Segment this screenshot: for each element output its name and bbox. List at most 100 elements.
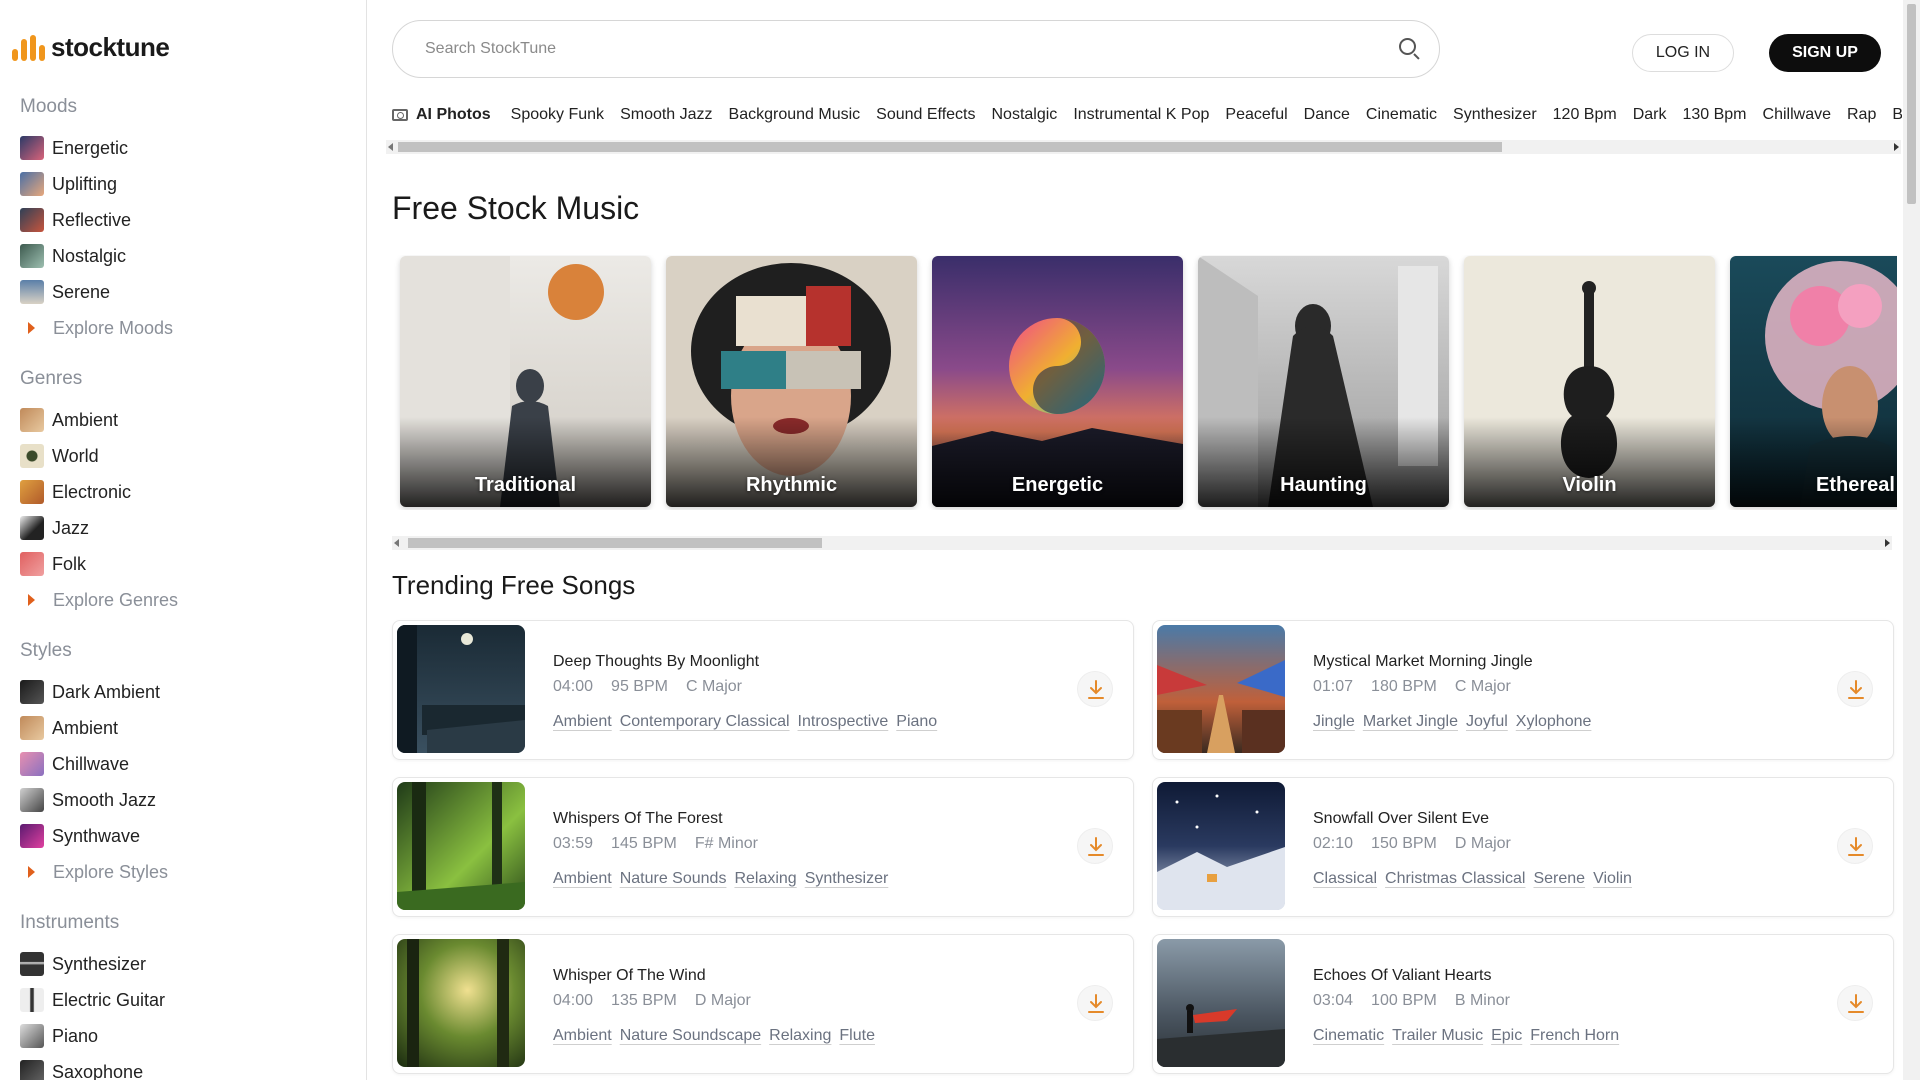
sidebar-item-serene[interactable]: Serene — [20, 274, 350, 310]
chip-item[interactable]: 120 Bpm — [1553, 106, 1617, 124]
song-card[interactable]: Snowfall Over Silent Eve 02:10 150 BPM D M… — [1152, 777, 1894, 917]
sidebar-item-electronic[interactable]: Electronic — [20, 474, 350, 510]
sidebar-item-jazz[interactable]: Jazz — [20, 510, 350, 546]
scroll-right-icon[interactable] — [1885, 539, 1890, 547]
chip-item[interactable]: Nostalgic — [992, 106, 1058, 124]
chip-item[interactable]: Peaceful — [1225, 106, 1287, 124]
sidebar-item-synthwave[interactable]: Synthwave — [20, 818, 350, 854]
song-title[interactable]: Whispers Of The Forest — [553, 810, 723, 828]
download-button[interactable] — [1837, 985, 1873, 1021]
download-button[interactable] — [1077, 828, 1113, 864]
chip-bar-scrollbar[interactable] — [386, 140, 1901, 154]
category-card-traditional[interactable]: Traditional — [400, 256, 651, 507]
chip-item[interactable]: Spooky Funk — [511, 106, 604, 124]
scrollbar-thumb[interactable] — [408, 538, 822, 548]
scroll-left-icon[interactable] — [394, 539, 399, 547]
explore-genres-link[interactable]: Explore Genres — [20, 582, 350, 618]
song-title[interactable]: Snowfall Over Silent Eve — [1313, 810, 1489, 828]
chip-item[interactable]: 130 Bpm — [1682, 106, 1746, 124]
song-card[interactable]: Echoes Of Valiant Hearts 03:04 100 BPM B M… — [1152, 934, 1894, 1074]
chip-item[interactable]: Instrumental K Pop — [1073, 106, 1209, 124]
page-scrollbar[interactable] — [1903, 0, 1920, 1080]
song-tag[interactable]: Cinematic — [1313, 1027, 1384, 1045]
song-tag[interactable]: Ambient — [553, 713, 612, 731]
sidebar-item-folk[interactable]: Folk — [20, 546, 350, 582]
sidebar-item-chillwave[interactable]: Chillwave — [20, 746, 350, 782]
search-bar[interactable] — [392, 20, 1440, 78]
scrollbar-thumb[interactable] — [398, 142, 1502, 152]
chip-item[interactable]: Chillwave — [1763, 106, 1831, 124]
chip-item[interactable]: Background Music — [729, 106, 861, 124]
song-tag[interactable]: French Horn — [1530, 1027, 1619, 1045]
sidebar-item-uplifting[interactable]: Uplifting — [20, 166, 350, 202]
scrollbar-thumb[interactable] — [1907, 4, 1916, 204]
carousel-scrollbar[interactable] — [392, 536, 1892, 550]
song-tag[interactable]: Christmas Classical — [1385, 870, 1525, 888]
song-tag[interactable]: Nature Soundscape — [620, 1027, 761, 1045]
chip-item[interactable]: Synthesizer — [1453, 106, 1537, 124]
song-tag[interactable]: Jingle — [1313, 713, 1355, 731]
song-tag[interactable]: Ambient — [553, 1027, 612, 1045]
song-tag[interactable]: Synthesizer — [805, 870, 889, 888]
category-card-energetic[interactable]: Energetic — [932, 256, 1183, 507]
sidebar-item-ambient[interactable]: Ambient — [20, 402, 350, 438]
song-tag[interactable]: Contemporary Classical — [620, 713, 790, 731]
sidebar-item-smooth-jazz[interactable]: Smooth Jazz — [20, 782, 350, 818]
song-tag[interactable]: Relaxing — [734, 870, 796, 888]
song-title[interactable]: Deep Thoughts By Moonlight — [553, 653, 759, 671]
song-tag[interactable]: Serene — [1533, 870, 1585, 888]
song-tag[interactable]: Violin — [1593, 870, 1632, 888]
chip-item[interactable]: Smooth Jazz — [620, 106, 712, 124]
chip-ai-photos[interactable]: AI Photos — [392, 106, 491, 124]
chip-item[interactable]: Rap — [1847, 106, 1876, 124]
song-tag[interactable]: Ambient — [553, 870, 612, 888]
download-button[interactable] — [1077, 671, 1113, 707]
song-tag[interactable]: Xylophone — [1516, 713, 1592, 731]
search-input[interactable] — [425, 40, 1399, 58]
song-tag[interactable]: Nature Sounds — [620, 870, 727, 888]
scroll-left-icon[interactable] — [388, 143, 393, 151]
song-tag[interactable]: Epic — [1491, 1027, 1522, 1045]
song-tag[interactable]: Piano — [896, 713, 937, 731]
sidebar-item-piano[interactable]: Piano — [20, 1018, 350, 1054]
chip-item[interactable]: Dance — [1304, 106, 1350, 124]
sidebar-item-saxophone[interactable]: Saxophone — [20, 1054, 350, 1080]
sidebar-item-ambient-style[interactable]: Ambient — [20, 710, 350, 746]
chip-item[interactable]: Bo — [1892, 106, 1902, 124]
sidebar-item-nostalgic[interactable]: Nostalgic — [20, 238, 350, 274]
song-tag[interactable]: Relaxing — [769, 1027, 831, 1045]
sidebar-item-energetic[interactable]: Energetic — [20, 130, 350, 166]
song-card[interactable]: Whispers Of The Forest 03:59 145 BPM F# Mi… — [392, 777, 1134, 917]
song-tag[interactable]: Joyful — [1466, 713, 1508, 731]
song-tag[interactable]: Classical — [1313, 870, 1377, 888]
search-icon[interactable] — [1399, 38, 1421, 60]
song-tag[interactable]: Introspective — [798, 713, 889, 731]
explore-styles-link[interactable]: Explore Styles — [20, 854, 350, 890]
download-button[interactable] — [1077, 985, 1113, 1021]
download-button[interactable] — [1837, 671, 1873, 707]
logo[interactable]: stocktune — [12, 32, 170, 63]
song-tag[interactable]: Flute — [839, 1027, 875, 1045]
chip-item[interactable]: Sound Effects — [876, 106, 975, 124]
song-tag[interactable]: Market Jingle — [1363, 713, 1458, 731]
category-card-ethereal[interactable]: Ethereal — [1730, 256, 1897, 507]
song-title[interactable]: Mystical Market Morning Jingle — [1313, 653, 1533, 671]
song-card[interactable]: Whisper Of The Wind 04:00 135 BPM D Major … — [392, 934, 1134, 1074]
category-card-violin[interactable]: Violin — [1464, 256, 1715, 507]
song-title[interactable]: Whisper Of The Wind — [553, 967, 706, 985]
login-button[interactable]: LOG IN — [1632, 34, 1734, 72]
chip-item[interactable]: Dark — [1633, 106, 1667, 124]
sidebar-item-electric-guitar[interactable]: Electric Guitar — [20, 982, 350, 1018]
song-card[interactable]: Mystical Market Morning Jingle 01:07 180 … — [1152, 620, 1894, 760]
explore-moods-link[interactable]: Explore Moods — [20, 310, 350, 346]
sidebar-item-synthesizer[interactable]: Synthesizer — [20, 946, 350, 982]
scroll-right-icon[interactable] — [1894, 143, 1899, 151]
category-card-rhythmic[interactable]: Rhythmic — [666, 256, 917, 507]
sidebar-item-world[interactable]: World — [20, 438, 350, 474]
sidebar-item-reflective[interactable]: Reflective — [20, 202, 350, 238]
category-card-haunting[interactable]: Haunting — [1198, 256, 1449, 507]
signup-button[interactable]: SIGN UP — [1769, 34, 1881, 72]
song-title[interactable]: Echoes Of Valiant Hearts — [1313, 967, 1491, 985]
song-card[interactable]: Deep Thoughts By Moonlight 04:00 95 BPM C … — [392, 620, 1134, 760]
chip-item[interactable]: Cinematic — [1366, 106, 1437, 124]
